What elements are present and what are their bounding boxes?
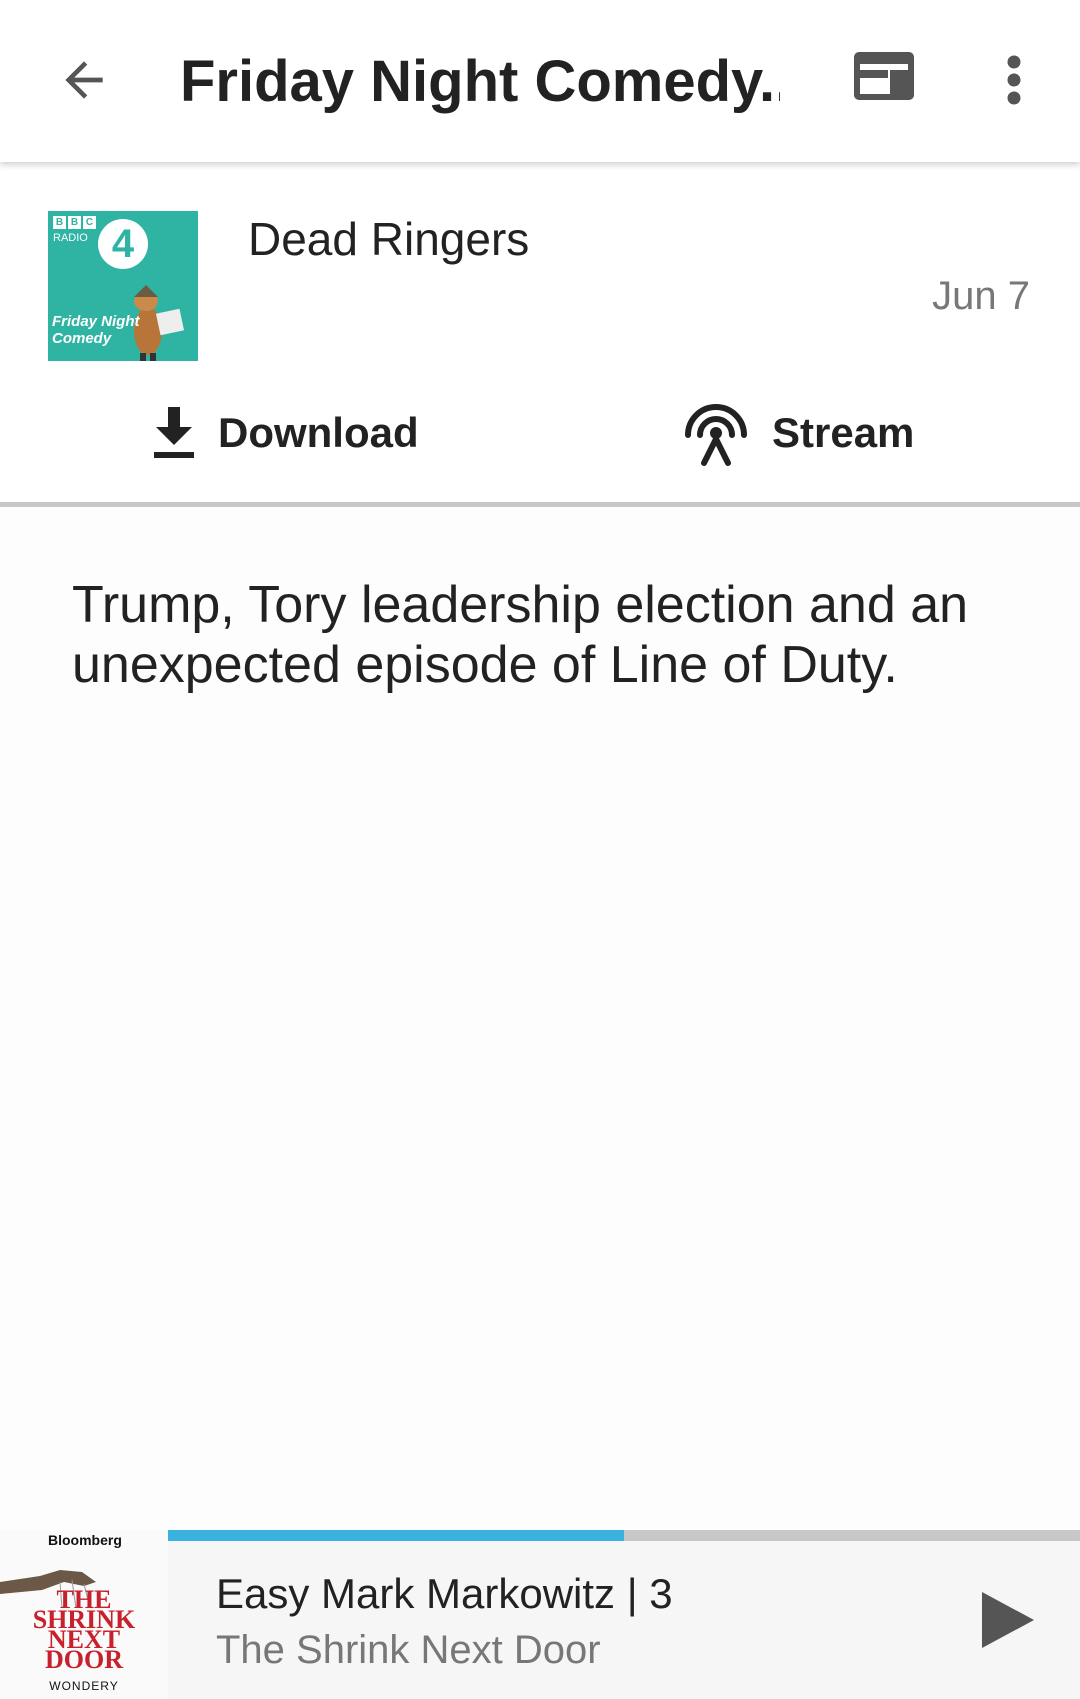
radio-label: RADIO <box>53 232 88 244</box>
stream-antenna-icon <box>685 404 747 466</box>
cover-caption: Friday Night Comedy <box>52 313 140 347</box>
more-vert-icon <box>1007 55 1021 105</box>
episode-header: B B C RADIO 4 Friday Night Comedy Dead R… <box>0 162 1080 507</box>
now-playing-show: The Shrink Next Door <box>216 1628 601 1672</box>
play-button[interactable] <box>972 1580 1042 1660</box>
more-options-button[interactable] <box>990 50 1038 110</box>
download-icon <box>154 407 194 458</box>
play-icon <box>982 1592 1034 1648</box>
arrow-back-icon <box>65 61 103 99</box>
mini-player[interactable]: Bloomberg THE SHRINK NEXT DOOR WONDERY E… <box>0 1530 1080 1699</box>
now-playing-art: Bloomberg THE SHRINK NEXT DOOR WONDERY <box>0 1530 168 1699</box>
download-label: Download <box>218 409 419 456</box>
bbc-logo: B B C <box>53 216 96 229</box>
page-title: Friday Night Comedy... <box>180 49 780 114</box>
radio4-badge: 4 <box>98 219 148 269</box>
stream-button[interactable]: Stream <box>680 388 914 478</box>
episode-date: Jun 7 <box>932 274 1030 318</box>
art-brand: Bloomberg <box>48 1532 122 1548</box>
section-divider <box>0 502 1080 507</box>
podcast-cover-art: B B C RADIO 4 Friday Night Comedy <box>48 211 198 361</box>
art-publisher: WONDERY <box>49 1679 119 1693</box>
art-title: THE SHRINK NEXT DOOR <box>32 1585 136 1674</box>
progress-fill <box>168 1530 624 1541</box>
download-button[interactable]: Download <box>150 388 419 478</box>
back-button[interactable] <box>50 46 118 114</box>
now-playing-title: Easy Mark Markowitz | 3 <box>216 1570 673 1617</box>
web-view-button[interactable] <box>852 50 924 110</box>
episode-title: Dead Ringers <box>248 213 530 265</box>
episode-description: Trump, Tory leadership election and an u… <box>72 576 969 694</box>
playback-progress-bar[interactable] <box>168 1530 1080 1541</box>
app-bar: Friday Night Comedy... <box>0 0 1080 162</box>
stream-label: Stream <box>772 409 915 456</box>
web-view-icon <box>854 52 914 100</box>
episode-actions: Download Stream <box>0 388 1080 488</box>
